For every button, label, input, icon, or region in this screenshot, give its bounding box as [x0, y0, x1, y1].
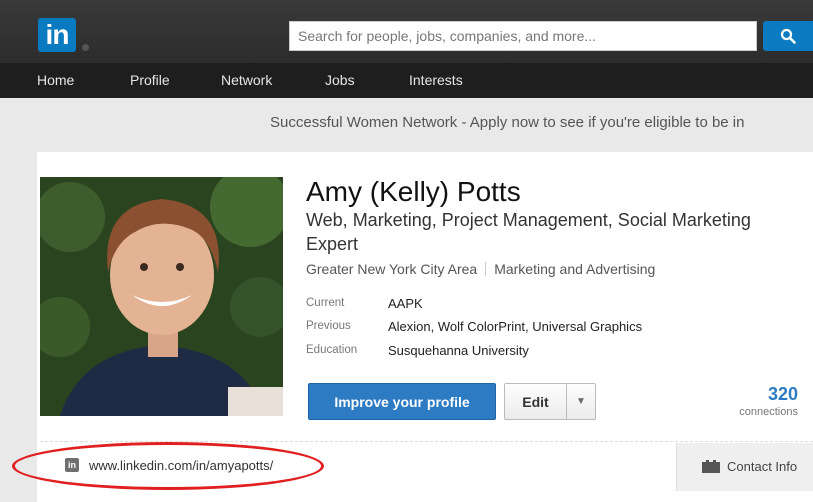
fact-label-previous: Previous: [306, 320, 351, 332]
fact-value-previous[interactable]: Alexion, Wolf ColorPrint, Universal Grap…: [388, 319, 642, 334]
fact-value-current[interactable]: AAPK: [388, 296, 423, 311]
improve-profile-button[interactable]: Improve your profile: [308, 383, 496, 420]
main-nav: Home Profile Network Jobs Interests: [0, 63, 813, 98]
profile-photo-image: [40, 177, 283, 416]
chevron-down-icon: ▼: [576, 396, 586, 407]
linkedin-icon: in: [65, 458, 79, 472]
fact-label-education: Education: [306, 344, 358, 356]
location-separator: [485, 262, 487, 276]
card-divider: [40, 441, 813, 442]
search-icon: [780, 28, 796, 44]
profile-location[interactable]: Greater New York City Area: [306, 261, 477, 277]
contact-info-label: Contact Info: [727, 459, 798, 474]
top-header: in: [0, 0, 813, 63]
logo-trademark-dot: [82, 44, 89, 51]
connections-label: connections: [739, 406, 798, 418]
linkedin-logo[interactable]: in: [38, 18, 76, 52]
connections-count[interactable]: 320: [768, 384, 798, 405]
nav-network[interactable]: Network: [221, 63, 272, 98]
profile-industry[interactable]: Marketing and Advertising: [494, 261, 655, 277]
contact-card-icon: [702, 460, 720, 473]
public-profile-url[interactable]: www.linkedin.com/in/amyapotts/: [89, 458, 273, 473]
edit-dropdown-button[interactable]: ▼: [566, 383, 596, 420]
nav-profile[interactable]: Profile: [130, 63, 170, 98]
profile-headline: Web, Marketing, Project Management, Soci…: [306, 210, 751, 254]
profile-name: Amy (Kelly) Potts: [306, 176, 521, 207]
nav-interests[interactable]: Interests: [409, 63, 463, 98]
search-button[interactable]: [763, 21, 813, 51]
fact-value-education[interactable]: Susquehanna University: [388, 343, 529, 358]
profile-location-line: Greater New York City Area Marketing and …: [306, 261, 655, 277]
contact-info-button[interactable]: Contact Info: [676, 443, 813, 491]
nav-home[interactable]: Home: [37, 63, 74, 98]
fact-label-current: Current: [306, 297, 345, 309]
search-input[interactable]: [289, 21, 757, 51]
edit-button[interactable]: Edit: [504, 383, 567, 420]
profile-photo[interactable]: [40, 177, 283, 416]
promo-banner[interactable]: Successful Women Network - Apply now to …: [270, 114, 745, 131]
nav-jobs[interactable]: Jobs: [325, 63, 355, 98]
